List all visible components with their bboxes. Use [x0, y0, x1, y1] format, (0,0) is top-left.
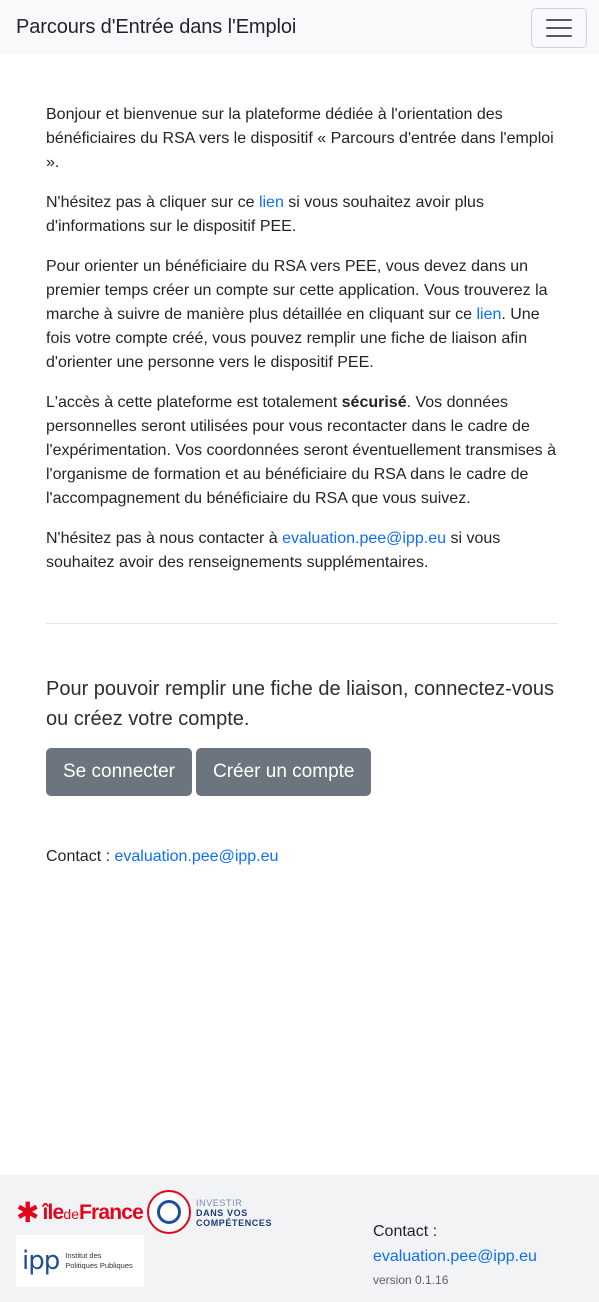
- intro-paragraph-contact: N'hésitez pas à nous contacter à evaluat…: [46, 530, 501, 571]
- footer: ✱ îledeFrance INVESTIR DANS VOS COMPÉTEN…: [0, 1175, 599, 1302]
- footer-contact: Contact : evaluation.pee@ipp.eu version …: [373, 1221, 537, 1288]
- footer-contact-label: Contact :: [373, 1223, 438, 1240]
- intro-paragraph-welcome: Bonjour et bienvenue sur la plateforme d…: [46, 106, 554, 171]
- info-link[interactable]: lien: [259, 194, 284, 211]
- navbar-toggler-button[interactable]: [531, 7, 587, 48]
- login-button[interactable]: Se connecter: [46, 748, 192, 796]
- investir-competences-logo: INVESTIR DANS VOS COMPÉTENCES: [196, 1198, 273, 1228]
- ipp-logo-mark: ipp: [22, 1246, 60, 1276]
- investir-seal-icon: [147, 1190, 191, 1234]
- contact-label: Contact :: [46, 848, 115, 865]
- intro-paragraph-orientation: Pour orienter un bénéficiaire du RSA ver…: [46, 258, 548, 371]
- footer-email-link[interactable]: evaluation.pee@ipp.eu: [373, 1246, 537, 1268]
- intro-email-link[interactable]: evaluation.pee@ipp.eu: [282, 530, 446, 547]
- ile-de-france-logo: ✱ îledeFrance: [16, 1197, 144, 1228]
- contact-line: Contact : evaluation.pee@ipp.eu: [46, 846, 278, 868]
- ipp-logo: ipp Institut des Politiques Publiques: [16, 1235, 144, 1287]
- guide-link[interactable]: lien: [476, 306, 501, 323]
- section-divider: [46, 623, 558, 624]
- hamburger-menu-icon: [546, 18, 572, 21]
- navbar: Parcours d'Entrée dans l'Emploi: [0, 0, 599, 55]
- auth-buttons: Se connecter Créer un compte: [46, 748, 372, 796]
- intro-paragraph-info: N'hésitez pas à cliquer sur ce lien si v…: [46, 194, 484, 235]
- navbar-brand[interactable]: Parcours d'Entrée dans l'Emploi: [16, 16, 296, 39]
- contact-email-link[interactable]: evaluation.pee@ipp.eu: [114, 848, 278, 865]
- secure-emphasis: sécurisé: [341, 394, 407, 411]
- intro-paragraph-security: L'accès à cette plateforme est totalemen…: [46, 394, 557, 507]
- ile-de-france-star-icon: ✱: [16, 1197, 40, 1228]
- create-account-button[interactable]: Créer un compte: [195, 748, 372, 796]
- login-lead-text: Pour pouvoir remplir une fiche de liaiso…: [46, 678, 555, 730]
- intro-section: Bonjour et bienvenue sur la plateforme d…: [46, 103, 558, 591]
- version-text: version 0.1.16: [373, 1273, 449, 1287]
